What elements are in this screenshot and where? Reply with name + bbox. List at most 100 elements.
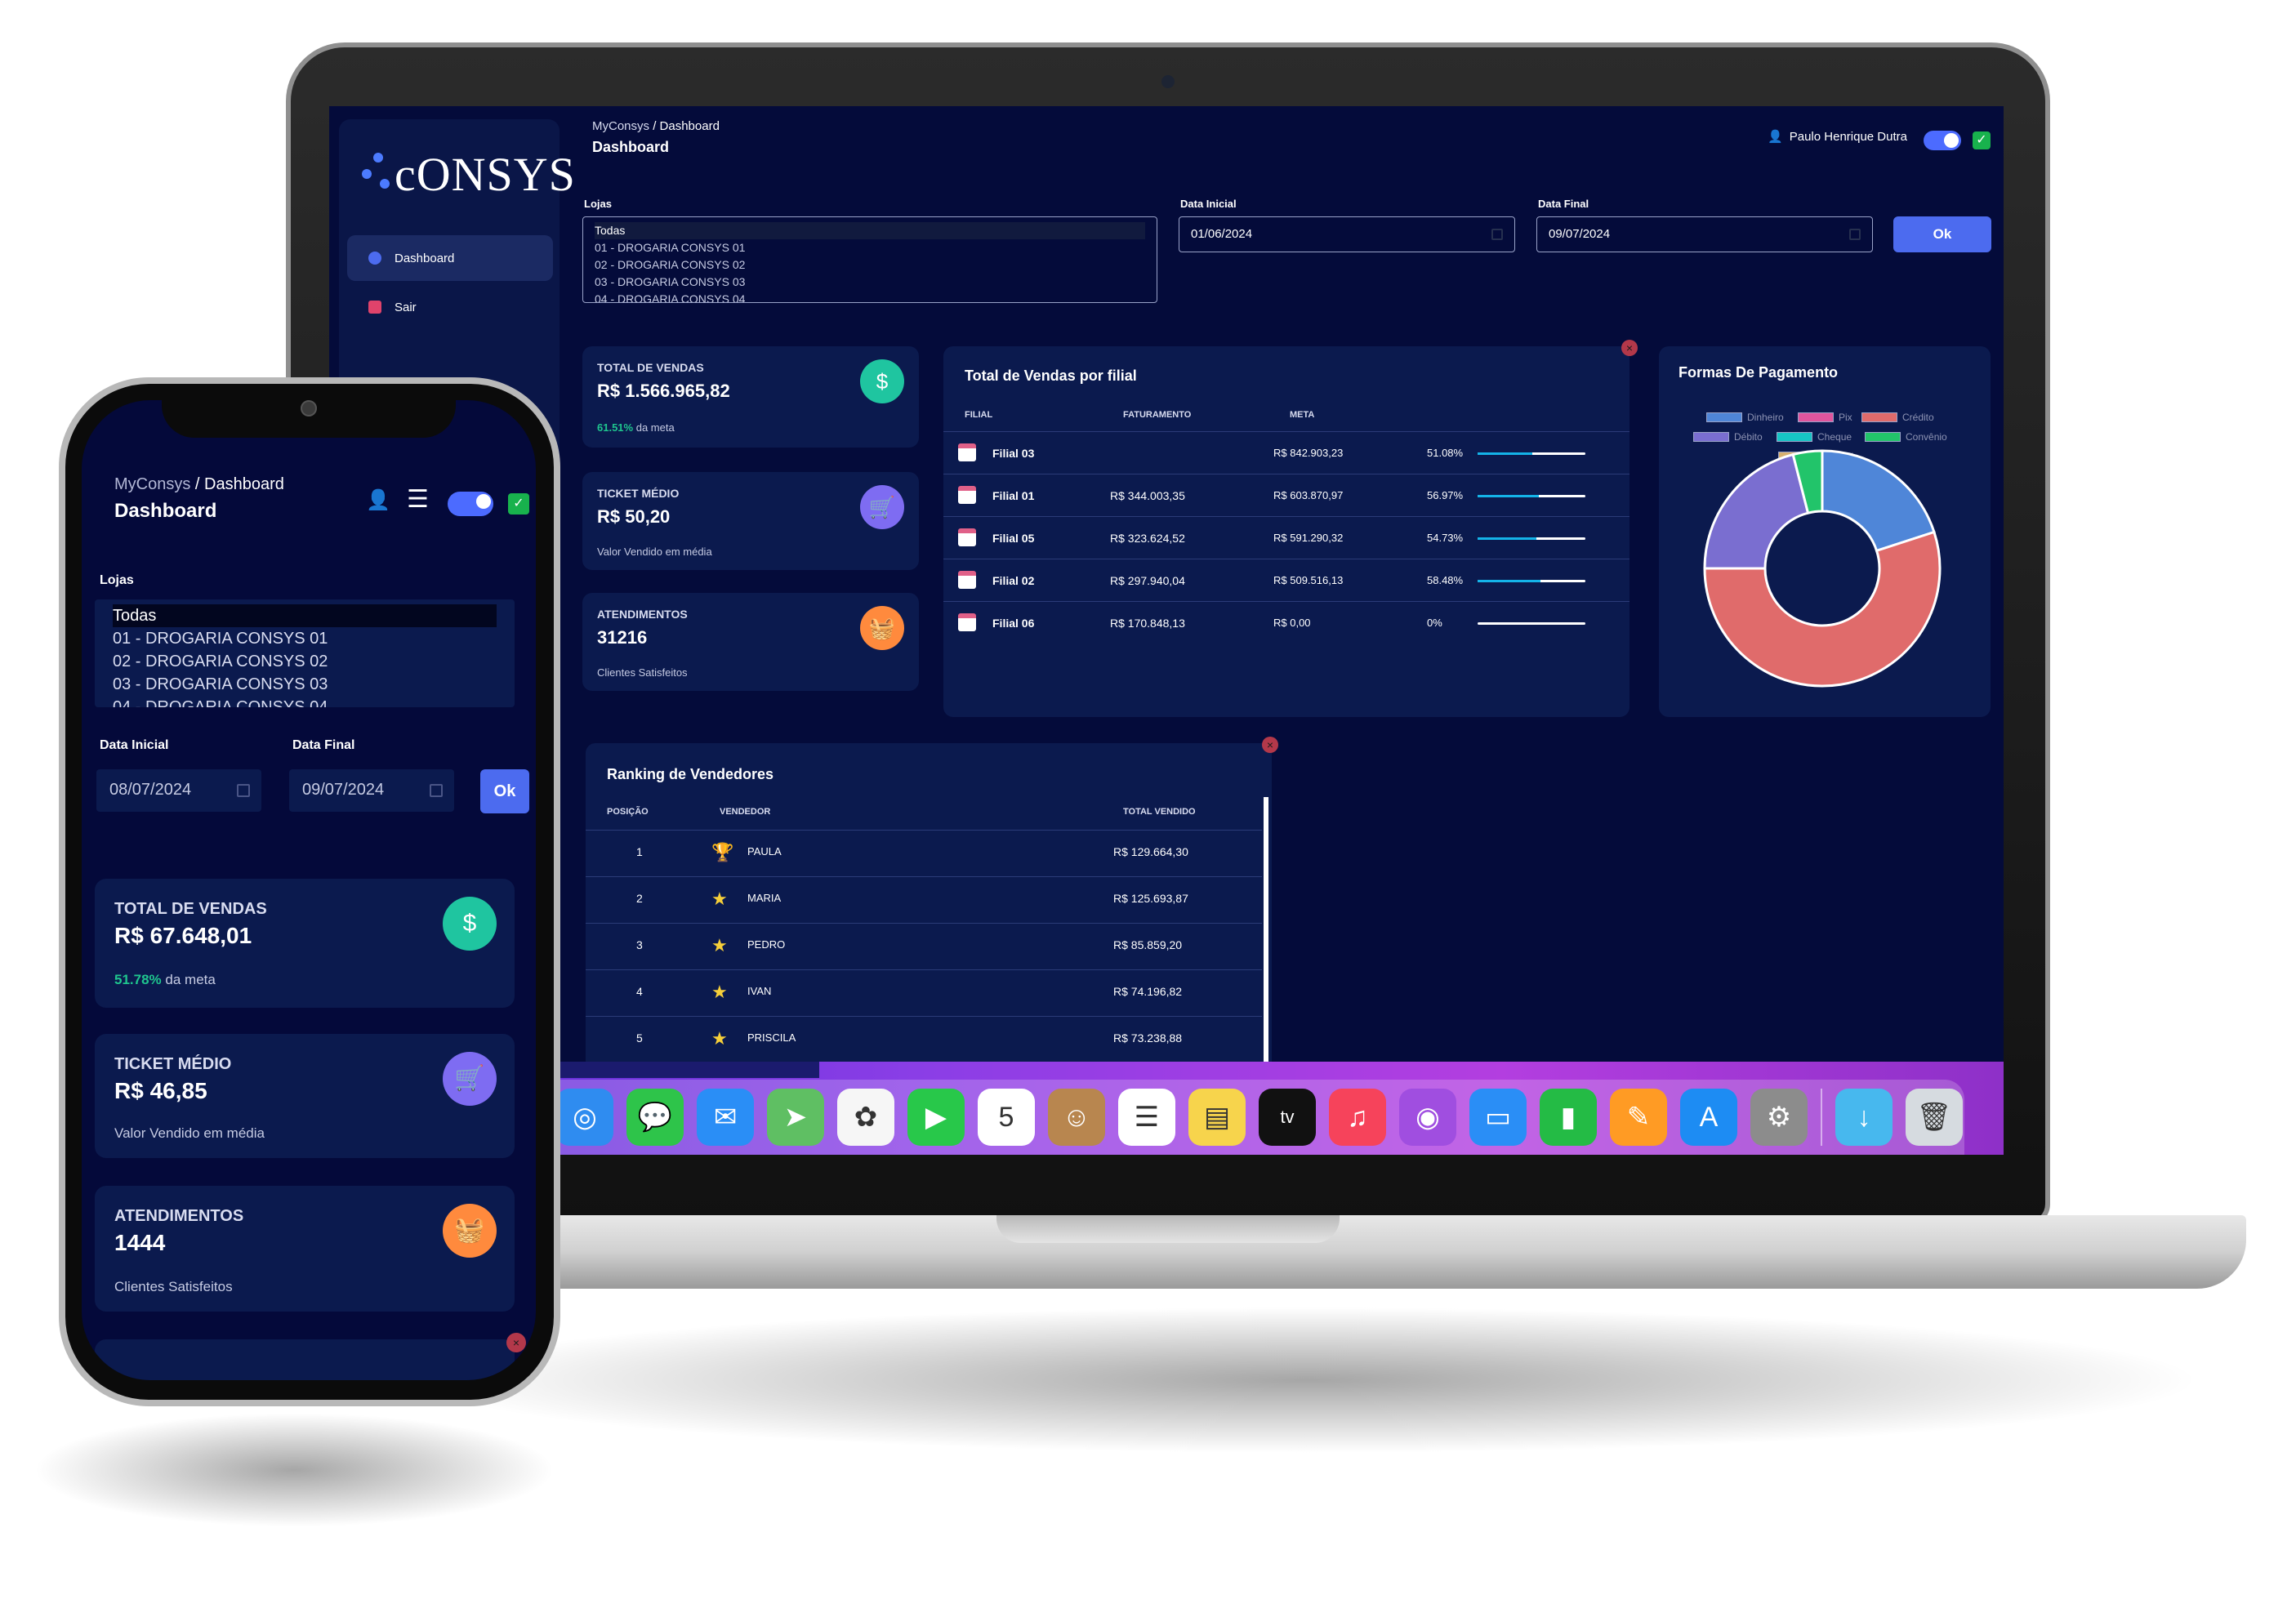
keynote-icon[interactable]: ▭: [1469, 1089, 1527, 1146]
close-icon[interactable]: ×: [1262, 737, 1278, 753]
table-row[interactable]: 5 ★ PRISCILA R$ 73.238,88: [586, 1016, 1262, 1062]
stores-select[interactable]: Todas 01 - DROGARIA CONSYS 01 02 - DROGA…: [582, 216, 1157, 303]
calendar-icon: [958, 613, 976, 631]
table-row[interactable]: 2 ★ MARIA R$ 125.693,87: [586, 876, 1262, 923]
calendar-icon[interactable]: [430, 784, 443, 797]
settings-icon[interactable]: ⚙: [1750, 1089, 1808, 1146]
theme-toggle[interactable]: [1924, 131, 1961, 150]
photos-icon[interactable]: ✿: [837, 1089, 894, 1146]
column-header: FILIAL: [965, 410, 993, 420]
end-date-input[interactable]: 09/07/2024: [1536, 216, 1873, 252]
kpi-subtitle: 61.51% da meta: [597, 421, 675, 434]
close-icon[interactable]: ×: [1621, 340, 1638, 356]
pages-icon[interactable]: ✎: [1610, 1089, 1667, 1146]
table-row[interactable]: Filial 03 R$ 842.903,23 51.08%: [943, 431, 1629, 474]
calendar-icon: [958, 443, 976, 461]
kpi-card-attendances: ATENDIMENTOS 1444 Clientes Satisfeitos 🧺: [95, 1186, 515, 1312]
checkbox-checked[interactable]: ✓: [1973, 131, 1991, 149]
store-option[interactable]: Todas: [113, 604, 497, 627]
seller-total: R$ 73.238,88: [1113, 1031, 1183, 1045]
progress-bar-fill: [1478, 495, 1540, 497]
logout-icon: [368, 301, 381, 314]
branch-goal: R$ 842.903,23: [1273, 447, 1344, 459]
trash-icon[interactable]: 🗑: [1906, 1089, 1963, 1146]
column-header: VENDEDOR: [720, 807, 771, 817]
sidebar-item-dashboard[interactable]: Dashboard: [347, 235, 553, 281]
kpi-subtitle: 51.78% da meta: [114, 972, 216, 988]
stores-select[interactable]: Todas 01 - DROGARIA CONSYS 01 02 - DROGA…: [95, 599, 515, 707]
donut-slice[interactable]: [1821, 449, 1936, 553]
page-title: Dashboard: [114, 500, 217, 522]
notes-icon[interactable]: ▤: [1188, 1089, 1246, 1146]
numbers-icon[interactable]: ▮: [1540, 1089, 1597, 1146]
messages-icon[interactable]: 💬: [626, 1089, 684, 1146]
safari-icon[interactable]: ◎: [556, 1089, 613, 1146]
branch-goal-percent: 0%: [1427, 617, 1442, 629]
start-date-value: 08/07/2024: [109, 781, 192, 799]
store-option[interactable]: 02 - DROGARIA CONSYS 02: [595, 256, 1145, 274]
table-row[interactable]: Filial 05 R$ 323.624,52 R$ 591.290,32 54.73…: [943, 516, 1629, 559]
calendar-icon[interactable]: [1491, 229, 1503, 240]
downloads-folder-icon[interactable]: ↓: [1835, 1089, 1893, 1146]
progress-bar-fill: [1478, 580, 1541, 582]
table-row[interactable]: 1 🏆 PAULA R$ 129.664,30: [586, 830, 1262, 876]
store-option[interactable]: 01 - DROGARIA CONSYS 01: [113, 627, 497, 650]
star-icon: ★: [711, 1028, 728, 1049]
store-option[interactable]: 03 - DROGARIA CONSYS 03: [113, 673, 497, 696]
store-option[interactable]: 04 - DROGARIA CONSYS 04: [113, 696, 497, 707]
rank-position: 1: [636, 845, 643, 858]
store-option[interactable]: 01 - DROGARIA CONSYS 01: [595, 239, 1145, 256]
table-row[interactable]: 3 ★ PEDRO R$ 85.859,20: [586, 923, 1262, 969]
ok-button[interactable]: Ok: [1893, 216, 1991, 252]
dock: ◎ 💬 ✉ ➤ ✿ ▶ 5 ☺ ☰ ▤ tv ♫ ◉ ▭ ▮ ✎ A ⚙ ↓ 🗑: [543, 1080, 1964, 1155]
kpi-label: TOTAL DE VENDAS: [597, 361, 704, 374]
music-icon[interactable]: ♫: [1329, 1089, 1386, 1146]
branch-goal-percent: 51.08%: [1427, 447, 1464, 459]
store-option[interactable]: 04 - DROGARIA CONSYS 04: [595, 291, 1145, 302]
calendar-icon: [958, 571, 976, 589]
scrollbar[interactable]: [1264, 797, 1268, 1086]
ok-button[interactable]: Ok: [480, 769, 529, 813]
card-title: Total de Vendas por filial: [965, 368, 1137, 384]
donut-slice[interactable]: [1703, 452, 1810, 570]
store-option[interactable]: Todas: [595, 222, 1145, 239]
calendar-icon[interactable]: [1849, 229, 1861, 240]
close-icon[interactable]: ×: [506, 1333, 526, 1352]
reminders-icon[interactable]: ☰: [1118, 1089, 1175, 1146]
end-date-input[interactable]: 09/07/2024: [289, 769, 454, 812]
calendar-icon[interactable]: 5: [978, 1089, 1035, 1146]
start-date-input[interactable]: 01/06/2024: [1179, 216, 1515, 252]
maps-icon[interactable]: ➤: [767, 1089, 824, 1146]
facetime-icon[interactable]: ▶: [907, 1089, 965, 1146]
theme-toggle[interactable]: [448, 492, 493, 516]
table-row[interactable]: Filial 06 R$ 170.848,13 R$ 0,00 0%: [943, 601, 1629, 644]
rank-position: 5: [636, 1031, 643, 1045]
user-icon[interactable]: 👤: [366, 488, 390, 512]
contacts-icon[interactable]: ☺: [1048, 1089, 1105, 1146]
hamburger-menu-icon[interactable]: ☰: [407, 485, 429, 514]
branch-name: Filial 03: [992, 447, 1035, 460]
table-row[interactable]: Filial 02 R$ 297.940,04 R$ 509.516,13 58.48…: [943, 559, 1629, 601]
appstore-icon[interactable]: A: [1680, 1089, 1737, 1146]
stores-label: Lojas: [584, 198, 612, 210]
breadcrumb-root[interactable]: MyConsys: [114, 475, 190, 493]
table-row[interactable]: 4 ★ IVAN R$ 74.196,82: [586, 969, 1262, 1016]
checkbox-checked[interactable]: ✓: [508, 493, 529, 514]
table-row[interactable]: Filial 01 R$ 344.003,35 R$ 603.870,97 56.97…: [943, 474, 1629, 516]
start-date-input[interactable]: 08/07/2024: [96, 769, 261, 812]
calendar-icon[interactable]: [237, 784, 250, 797]
podcasts-icon[interactable]: ◉: [1399, 1089, 1456, 1146]
store-option[interactable]: 02 - DROGARIA CONSYS 02: [113, 650, 497, 673]
seller-name: MARIA: [747, 892, 782, 904]
breadcrumb-root[interactable]: MyConsys: [592, 119, 649, 133]
mail-icon[interactable]: ✉: [697, 1089, 754, 1146]
end-date-value: 09/07/2024: [302, 781, 385, 799]
sidebar-item-sair[interactable]: Sair: [347, 284, 553, 330]
user-menu[interactable]: 👤 Paulo Henrique Dutra: [1768, 129, 1907, 145]
kpi-card-attendances: ATENDIMENTOS 31216 Clientes Satisfeitos …: [582, 593, 919, 691]
store-option[interactable]: 03 - DROGARIA CONSYS 03: [595, 274, 1145, 291]
brand-name: cONSYS: [395, 148, 576, 201]
appletv-icon[interactable]: tv: [1259, 1089, 1316, 1146]
user-icon: 👤: [1768, 130, 1783, 144]
kpi-card-average-ticket: TICKET MÉDIO R$ 46,85 Valor Vendido em m…: [95, 1034, 515, 1158]
